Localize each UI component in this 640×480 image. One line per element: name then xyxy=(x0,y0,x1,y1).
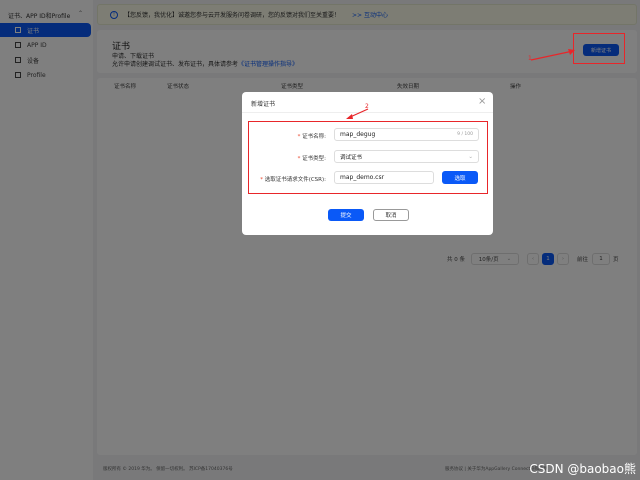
field-label: * 证书名称: xyxy=(297,134,326,140)
annotation-label: 2 xyxy=(365,103,369,110)
chevron-down-icon: ⌄ xyxy=(468,153,473,160)
field-label: * 选取证书请求文件(CSR): xyxy=(260,177,326,183)
cancel-button[interactable]: 取消 xyxy=(373,209,409,221)
csr-file-input[interactable]: map_demo.csr xyxy=(334,171,434,184)
certificate-name-input[interactable]: map_degug 9 / 100 xyxy=(334,128,479,141)
annotation-arrow xyxy=(530,49,575,61)
certificate-type-select[interactable]: 调试证书 ⌄ xyxy=(334,150,479,163)
select-value: 调试证书 xyxy=(340,154,363,161)
field-label: * 证书类型: xyxy=(297,156,326,162)
select-file-button[interactable]: 选取 xyxy=(442,171,478,184)
submit-button[interactable]: 提交 xyxy=(328,209,364,221)
input-value: map_demo.csr xyxy=(340,174,385,181)
label-text: 选取证书请求文件(CSR): xyxy=(264,177,326,183)
watermark: CSDN @baobao熊 xyxy=(529,462,636,476)
close-icon[interactable]: × xyxy=(478,96,486,107)
label-text: 证书名称: xyxy=(302,134,326,140)
dialog-title: 新增证书 xyxy=(251,101,276,108)
char-counter: 9 / 100 xyxy=(457,132,473,137)
new-certificate-dialog: 新增证书 × 2 * 证书名称: map_degug 9 / 100 * 证书类型… xyxy=(242,92,493,235)
input-value: map_degug xyxy=(340,131,376,138)
modal-overlay xyxy=(0,0,640,480)
annotation-label: 1 xyxy=(528,55,532,62)
label-text: 证书类型: xyxy=(302,156,326,162)
